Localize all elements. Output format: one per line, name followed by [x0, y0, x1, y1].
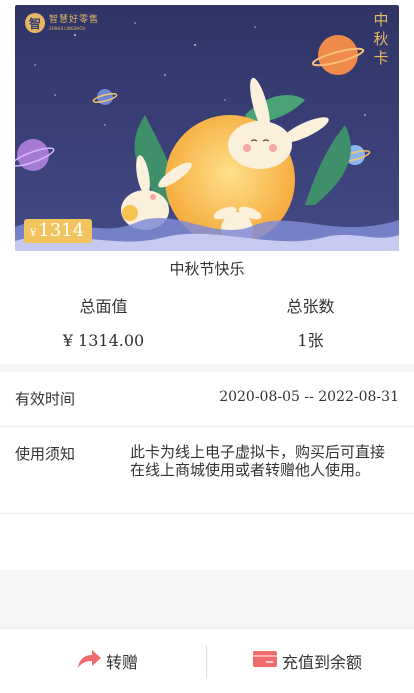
- card-title-char: 中: [373, 11, 389, 29]
- card-amount-badge: ¥ 1314: [24, 219, 93, 243]
- card-title-char: 卡: [373, 49, 389, 67]
- validity-label: 有效时间: [15, 390, 76, 408]
- notice-row: 使用须知 此卡为线上电子虚拟卡，购买后可直接在线上商城使用或者转赠他人使用。: [0, 427, 414, 514]
- gift-card: 智 智慧好零售 ZHIHUI LINGSHOU 中 秋 卡 ¥ 1314: [15, 5, 399, 251]
- notice-label: 使用须知: [15, 445, 76, 463]
- validity-row: 有效时间 2020-08-05 -- 2022-08-31: [0, 372, 414, 427]
- brand-name-en: ZHIHUI LINGSHOU: [49, 25, 86, 31]
- currency-symbol: ¥: [30, 228, 37, 239]
- brand-logo: 智 智慧好零售 ZHIHUI LINGSHOU: [25, 13, 99, 33]
- recharge-label: 充值到余额: [282, 653, 363, 672]
- card-title-char: 秋: [373, 30, 389, 48]
- total-value-label: 总面值: [79, 297, 128, 316]
- total-value-stat: 总面值 ¥ 1314.00: [0, 296, 207, 352]
- card-icon: [252, 649, 278, 673]
- notice-text: 此卡为线上电子虚拟卡，购买后可直接在线上商城使用或者转赠他人使用。: [130, 443, 386, 479]
- gift-button[interactable]: 转赠: [76, 629, 138, 693]
- card-vertical-title: 中 秋 卡: [373, 11, 389, 68]
- recharge-button[interactable]: 充值到余额: [252, 629, 362, 693]
- card-artwork: [15, 5, 399, 251]
- validity-value: 2020-08-05 -- 2022-08-31: [219, 389, 399, 405]
- total-count-stat: 总张数 1张: [207, 296, 414, 352]
- spacer-area: [0, 570, 414, 628]
- action-divider: [206, 645, 207, 679]
- section-divider: [0, 364, 414, 372]
- brand-logo-text: 智慧好零售 ZHIHUI LINGSHOU: [49, 14, 100, 31]
- total-count-label: 总张数: [286, 297, 335, 316]
- brand-logo-icon: 智: [25, 13, 45, 33]
- share-arrow-icon: [76, 648, 102, 674]
- total-count: 1张: [297, 331, 324, 350]
- mid-autumn-illustration: [15, 5, 399, 251]
- total-value: ¥ 1314.00: [62, 331, 145, 350]
- card-amount: 1314: [38, 220, 85, 241]
- gift-label: 转赠: [106, 653, 139, 672]
- brand-name: 智慧好零售: [49, 14, 100, 25]
- bottom-action-bar: 转赠 充值到余额: [0, 628, 414, 693]
- card-name: 中秋节快乐: [169, 260, 245, 278]
